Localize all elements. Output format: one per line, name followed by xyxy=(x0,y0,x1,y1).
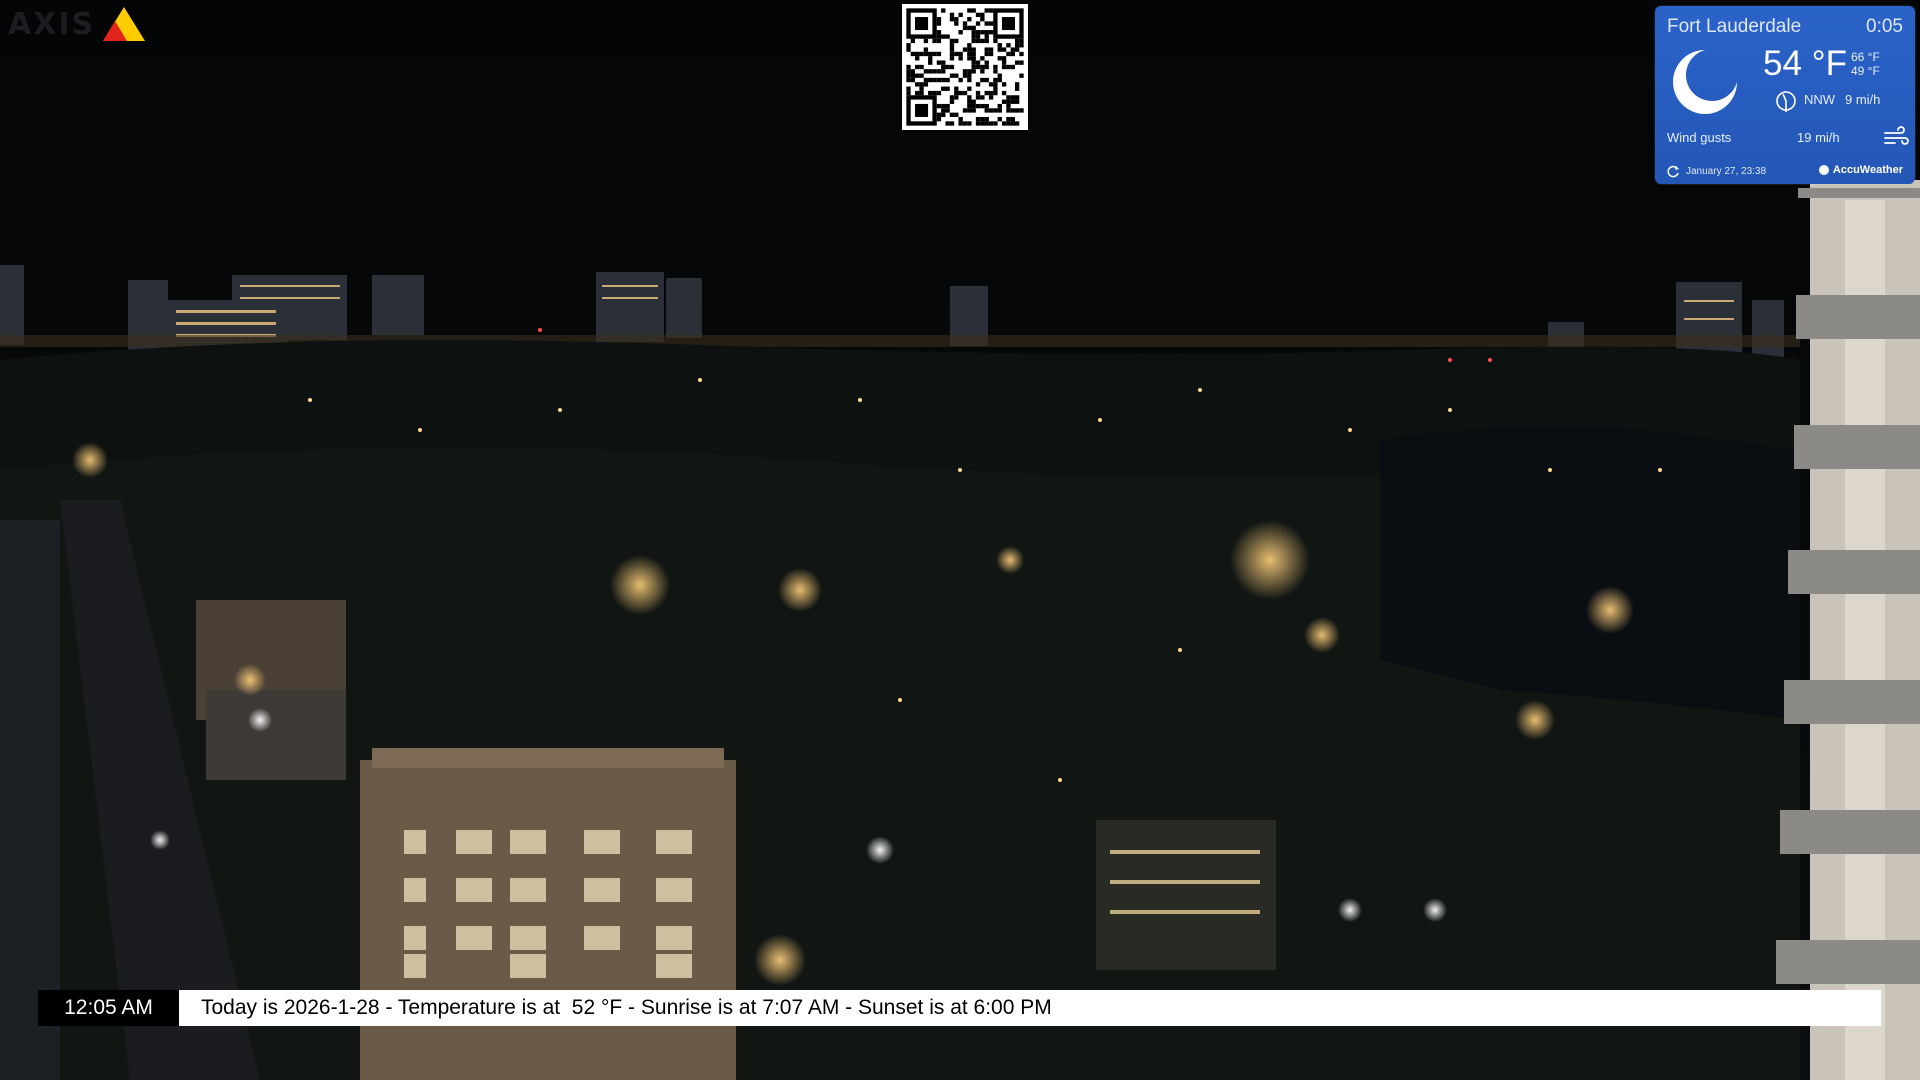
provider-name: AccuWeather xyxy=(1832,164,1903,176)
weather-high-low: 66 °F 49 °F xyxy=(1851,50,1880,78)
wind-direction-icon xyxy=(1776,91,1796,112)
wind-direction: NNW xyxy=(1804,92,1836,107)
webcam-night-cityscape xyxy=(0,0,1920,1080)
crescent-moon-icon xyxy=(1673,50,1737,114)
weather-low: 49 °F xyxy=(1851,64,1880,78)
weather-widget: Fort Lauderdale 0:05 54 °F 66 °F 49 °F N… xyxy=(1655,6,1915,184)
ticker-time: 12:05 AM xyxy=(38,990,179,1026)
weather-high: 66 °F xyxy=(1851,50,1880,64)
info-ticker: 12:05 AM Today is 2026-1-28 - Temperatur… xyxy=(38,990,1881,1026)
ticker-message: Today is 2026-1-28 - Temperature is at 5… xyxy=(179,990,1881,1026)
wind-gust-icon xyxy=(1884,126,1909,145)
logo-text: AXIS xyxy=(8,6,96,42)
accuweather-sun-icon xyxy=(1818,165,1829,175)
weather-updated: January 27, 23:38 xyxy=(1686,166,1767,177)
accuweather-logo: AccuWeather xyxy=(1818,164,1903,176)
wind-gusts-label: Wind gusts xyxy=(1667,130,1732,145)
refresh-icon xyxy=(1667,165,1679,178)
wind-speed: 9 mi/h xyxy=(1845,92,1881,107)
axis-triangle-icon xyxy=(103,7,146,41)
weather-temperature: 54 °F xyxy=(1763,44,1848,83)
axis-logo: AXIS xyxy=(8,4,147,44)
weather-city: Fort Lauderdale xyxy=(1667,16,1802,37)
qr-code-icon xyxy=(902,4,1028,130)
weather-time: 0:05 xyxy=(1866,16,1903,37)
wind-gusts-value: 19 mi/h xyxy=(1797,130,1840,145)
